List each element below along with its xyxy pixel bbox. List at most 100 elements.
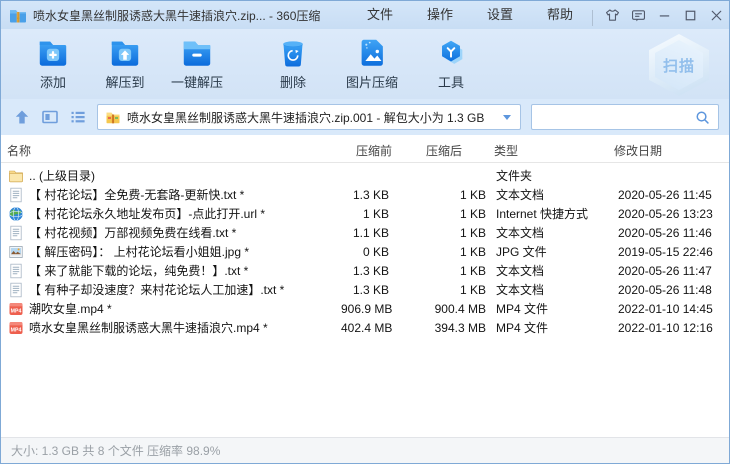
up-directory-icon[interactable] [13, 108, 31, 126]
maximize-icon[interactable] [677, 1, 703, 29]
file-type: JPG 文件 [486, 243, 616, 260]
toolbar-label: 一键解压 [171, 72, 223, 91]
file-type: 文件夹 [486, 167, 616, 184]
toolbar-one-click-extract[interactable]: 一键解压 [161, 34, 233, 91]
zip-app-icon [9, 6, 27, 24]
status-bar: 大小: 1.3 GB 共 8 个文件 压缩率 98.9% [1, 437, 729, 463]
size-before: 1.3 KB [341, 188, 389, 202]
toolbar-add-archive[interactable]: 添加 [17, 34, 89, 91]
archive-file-icon [105, 109, 121, 125]
address-bar: 喷水女皇黑丝制服诱惑大黑牛速插浪穴.zip.001 - 解包大小为 1.3 GB [1, 99, 729, 135]
column-header-row: 名称压缩前压缩后类型修改日期 [1, 135, 729, 163]
file-row[interactable]: MP4 潮吹女皇.mp4 * 906.9 MB900.4 MBMP4 文件2022-… [1, 299, 729, 318]
file-row[interactable]: .. (上级目录)文件夹 [1, 166, 729, 185]
minimize-icon[interactable] [651, 1, 677, 29]
txt-file-icon [8, 225, 24, 241]
file-name: 喷水女皇黑丝制服诱惑大黑牛速插浪穴.mp4 * [29, 319, 268, 336]
tools-icon [434, 36, 468, 70]
size-after: 1 KB [389, 245, 486, 259]
file-row[interactable]: 【 来了就能下载的论坛，纯免费！】.txt *1.3 KB1 KB文本文档202… [1, 261, 729, 280]
preview-pane-icon[interactable] [41, 108, 59, 126]
file-name: 【 村花论坛】全免费-无套路-更新快.txt * [29, 186, 244, 203]
folder-icon [8, 168, 24, 184]
menu-bar: 文件操作设置帮助 [350, 1, 590, 29]
toolbar-label: 图片压缩 [346, 72, 398, 91]
toolbar-delete[interactable]: 删除 [257, 34, 329, 91]
search-box [531, 104, 719, 130]
file-type: MP4 文件 [486, 319, 616, 336]
file-name: 【 村花论坛永久地址发布页】-点此打开.url * [29, 205, 265, 222]
size-after: 394.3 MB [389, 321, 486, 335]
file-name: 【 解压密码】： 上村花论坛看小姐姐.jpg * [29, 243, 249, 260]
size-before: 1 KB [341, 207, 389, 221]
search-icon[interactable] [695, 110, 710, 125]
extract-to-icon [108, 36, 142, 70]
file-row[interactable]: 【 解压密码】： 上村花论坛看小姐姐.jpg *0 KB1 KBJPG 文件20… [1, 242, 729, 261]
feedback-icon[interactable] [625, 1, 651, 29]
toolbar: 添加 解压到 一键解压 删除 图片压缩 工具 扫描 [1, 29, 729, 99]
svg-text:MP4: MP4 [11, 327, 22, 333]
file-row[interactable]: MP4 喷水女皇黑丝制服诱惑大黑牛速插浪穴.mp4 * 402.4 MB394.3 … [1, 318, 729, 337]
file-row[interactable]: 【 村花视频】万部视频免费在线看.txt *1.1 KB1 KB文本文档2020… [1, 223, 729, 242]
modified-date: 2022-01-10 12:16 [616, 321, 729, 335]
menu-item-3[interactable]: 帮助 [530, 1, 590, 29]
svg-text:MP4: MP4 [11, 308, 22, 314]
add-archive-icon [36, 36, 70, 70]
file-type: Internet 快捷方式 [486, 205, 616, 222]
column-header-4[interactable]: 修改日期 [614, 135, 662, 167]
size-after: 1 KB [389, 188, 486, 202]
file-row[interactable]: 【 村花论坛永久地址发布页】-点此打开.url *1 KB1 KBInterne… [1, 204, 729, 223]
toolbar-image-compress[interactable]: 图片压缩 [329, 34, 415, 91]
toolbar-label: 工具 [438, 72, 464, 91]
menu-item-1[interactable]: 操作 [410, 1, 470, 29]
archive-path-text: 喷水女皇黑丝制服诱惑大黑牛速插浪穴.zip.001 - 解包大小为 1.3 GB [127, 109, 495, 126]
modified-date: 2020-05-26 11:45 [616, 188, 729, 202]
size-after: 1 KB [389, 226, 486, 240]
txt-file-icon [8, 282, 24, 298]
modified-date: 2020-05-26 13:23 [616, 207, 729, 221]
toolbar-label: 删除 [280, 72, 306, 91]
size-after: 900.4 MB [389, 302, 486, 316]
list-view-icon[interactable] [69, 108, 87, 126]
scan-label: 扫描 [649, 34, 709, 96]
file-row[interactable]: 【 村花论坛】全免费-无套路-更新快.txt * 1.3 KB1 KB文本文档20… [1, 185, 729, 204]
size-before: 0 KB [341, 245, 389, 259]
toolbar-label: 添加 [40, 72, 66, 91]
size-before: 402.4 MB [341, 321, 389, 335]
modified-date: 2022-01-10 14:45 [616, 302, 729, 316]
column-header-2[interactable]: 压缩后 [426, 135, 462, 167]
size-before: 906.9 MB [341, 302, 389, 316]
close-icon[interactable] [703, 1, 729, 29]
menu-item-2[interactable]: 设置 [470, 1, 530, 29]
toolbar-label: 解压到 [105, 72, 144, 91]
search-input[interactable] [540, 110, 689, 124]
modified-date: 2020-05-26 11:47 [616, 264, 729, 278]
column-header-0[interactable]: 名称 [7, 135, 31, 167]
modified-date: 2020-05-26 11:48 [616, 283, 729, 297]
menu-item-0[interactable]: 文件 [350, 1, 410, 29]
size-before: 1.1 KB [341, 226, 389, 240]
one-click-extract-icon [180, 36, 214, 70]
size-after: 1 KB [389, 283, 486, 297]
file-type: MP4 文件 [486, 300, 616, 317]
file-name: 【 村花视频】万部视频免费在线看.txt * [29, 224, 236, 241]
file-type: 文本文档 [486, 186, 616, 203]
toolbar-extract-to[interactable]: 解压到 [89, 34, 161, 91]
mp4-file-icon: MP4 [8, 320, 24, 336]
delete-icon [276, 36, 310, 70]
window-title: 喷水女皇黑丝制服诱惑大黑牛速插浪穴.zip... - 360压缩 [33, 7, 320, 24]
file-list: .. (上级目录)文件夹【 村花论坛】全免费-无套路-更新快.txt * 1.3 … [1, 163, 729, 437]
chevron-down-icon[interactable] [501, 111, 513, 123]
toolbar-tools[interactable]: 工具 [415, 34, 487, 91]
scan-badge[interactable]: 扫描 [649, 34, 709, 96]
skin-shirt-icon[interactable] [599, 1, 625, 29]
column-header-3[interactable]: 类型 [494, 135, 518, 167]
column-header-1[interactable]: 压缩前 [356, 135, 392, 167]
size-after: 1 KB [389, 264, 486, 278]
file-name: 潮吹女皇.mp4 * [29, 300, 112, 317]
txt-file-icon [8, 187, 24, 203]
status-text: 大小: 1.3 GB 共 8 个文件 压缩率 98.9% [11, 442, 220, 459]
file-type: 文本文档 [486, 262, 616, 279]
archive-path-combobox[interactable]: 喷水女皇黑丝制服诱惑大黑牛速插浪穴.zip.001 - 解包大小为 1.3 GB [97, 104, 521, 130]
file-row[interactable]: 【 有种子却没速度？来村花论坛人工加速】.txt *1.3 KB1 KB文本文档… [1, 280, 729, 299]
